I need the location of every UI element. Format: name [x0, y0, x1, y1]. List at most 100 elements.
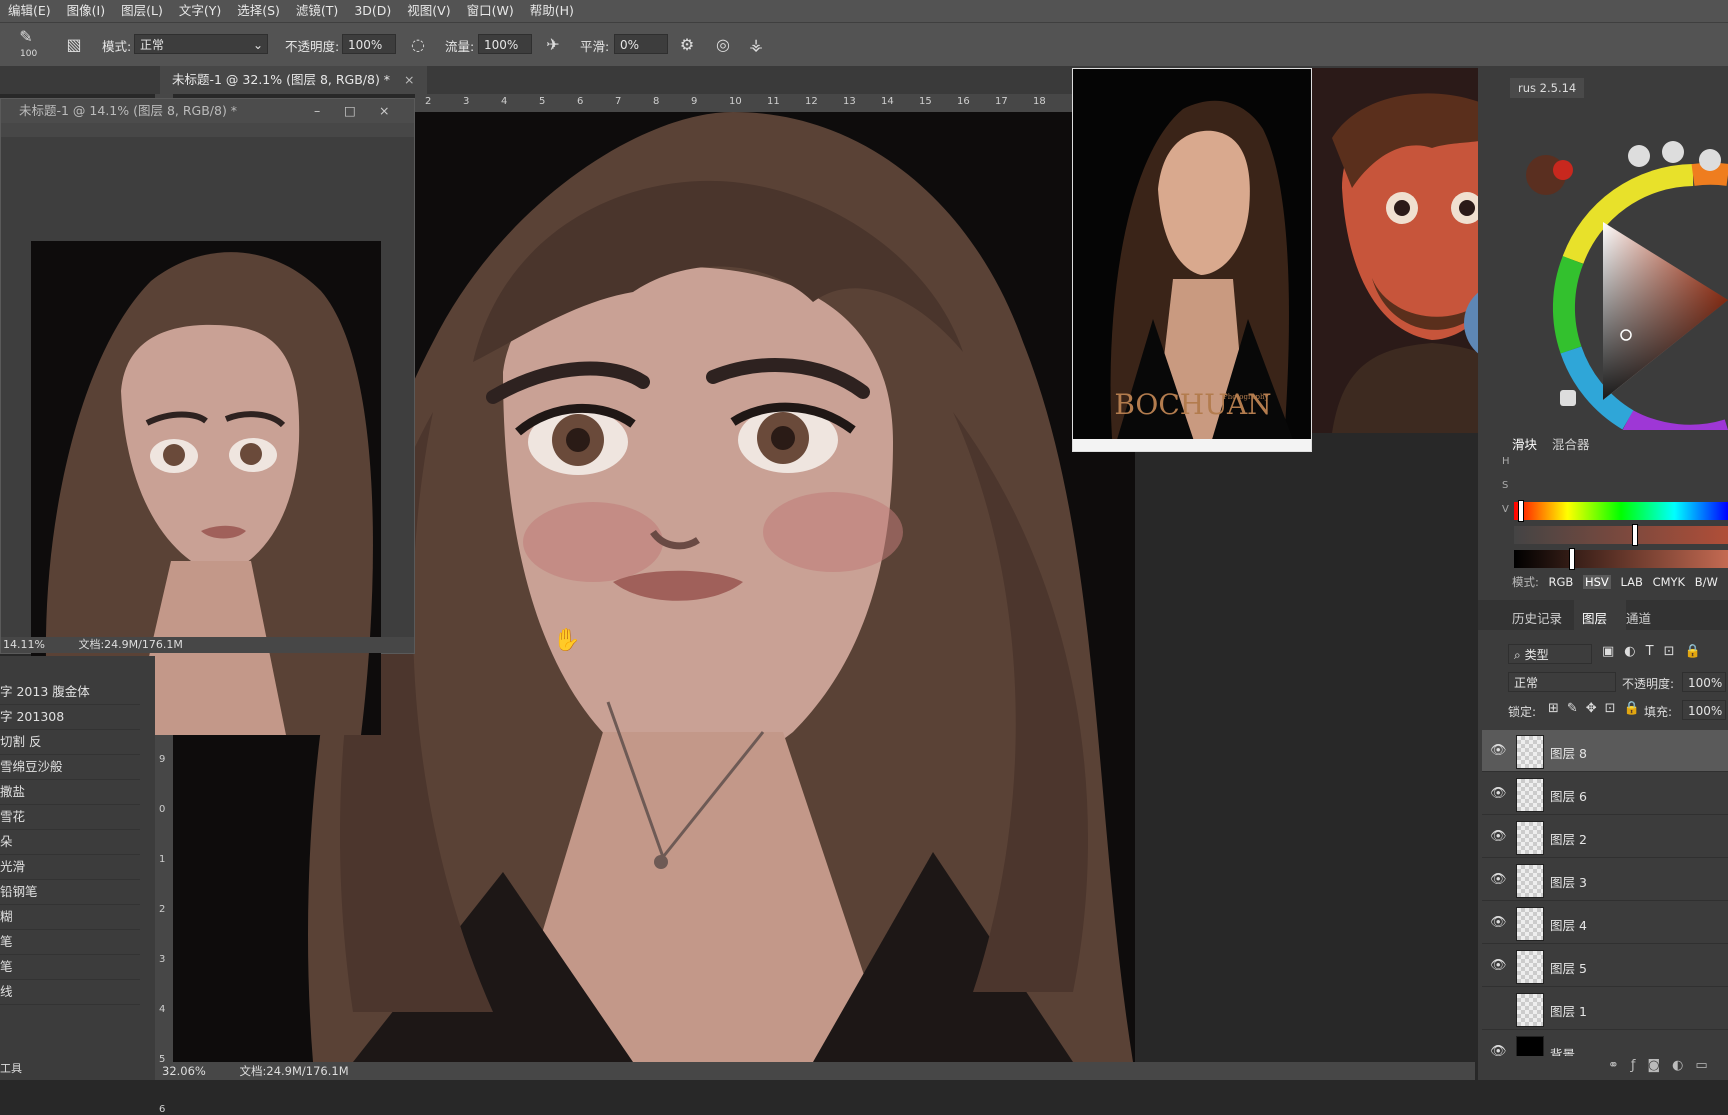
eye-icon[interactable]: 👁: [1490, 915, 1507, 931]
saturation-slider-handle[interactable]: [1632, 524, 1638, 546]
brush-preset-item[interactable]: 朵: [0, 830, 140, 855]
menu-view[interactable]: 视图(V): [399, 0, 458, 22]
hue-slider-handle[interactable]: [1518, 500, 1524, 522]
layer-row[interactable]: 👁 图层 5: [1482, 945, 1728, 987]
secondary-window-titlebar[interactable]: 未标题-1 @ 14.1% (图层 8, RGB/8) * – □ ×: [1, 99, 414, 123]
layer-row[interactable]: 👁 图层 3: [1482, 859, 1728, 901]
layer-thumbnail: [1516, 907, 1544, 941]
layer-name: 图层 1: [1550, 1004, 1587, 1019]
close-icon[interactable]: ×: [379, 99, 389, 123]
eye-icon[interactable]: 👁: [1490, 743, 1507, 759]
layer-filter-select[interactable]: ⌕ 类型: [1508, 644, 1592, 664]
color-wheel[interactable]: [1478, 100, 1728, 430]
menu-window[interactable]: 窗口(W): [459, 0, 522, 22]
brush-preset-item[interactable]: 糊: [0, 905, 140, 930]
ruler-tick-label: 11: [767, 96, 780, 107]
mode-bw[interactable]: B/W: [1695, 575, 1718, 589]
brush-panel-footer-label: 工具: [0, 1062, 22, 1075]
brush-preset-item[interactable]: 笔: [0, 930, 140, 955]
brush-preset-item[interactable]: 光滑: [0, 855, 140, 880]
eye-icon[interactable]: 👁: [1490, 872, 1507, 888]
flow-field[interactable]: 100%: [478, 34, 532, 54]
brush-preset-item[interactable]: 切割 反: [0, 730, 140, 755]
hue-slider[interactable]: [1514, 500, 1728, 522]
mode-select[interactable]: 正常 ⌄: [134, 34, 268, 54]
menu-layer[interactable]: 图层(L): [113, 0, 171, 22]
doc-size-readout: 文档:24.9M/176.1M: [239, 1064, 349, 1078]
tab-history[interactable]: 历史记录: [1512, 608, 1562, 627]
layer-row[interactable]: 👁 图层 8: [1482, 730, 1728, 772]
layer-row[interactable]: 图层 1: [1482, 988, 1728, 1030]
brush-preset-item[interactable]: 雪绵豆沙般: [0, 755, 140, 780]
sat-label: S: [1502, 480, 1509, 491]
airbrush-icon[interactable]: ✈: [543, 35, 563, 55]
brush-preset-item[interactable]: 笔: [0, 955, 140, 980]
horizontal-ruler: 2 3 4 5 6 7 8 9 10 11 12 13 14 15 16 17 18: [415, 94, 1075, 112]
tab-mixer[interactable]: 混合器: [1552, 434, 1590, 453]
layer-opacity-value: 100%: [1688, 676, 1723, 690]
ruler-tick-label: 7: [615, 96, 622, 107]
eye-icon[interactable]: 👁: [1490, 829, 1507, 845]
layer-row[interactable]: 👁 背景: [1482, 1031, 1728, 1056]
lock-icons[interactable]: ⊞✎✥⊡🔒: [1548, 701, 1648, 716]
smoothing-field[interactable]: 0%: [614, 34, 668, 54]
eye-icon[interactable]: 👁: [1490, 958, 1507, 974]
eye-icon[interactable]: 👁: [1490, 786, 1507, 802]
menu-3d[interactable]: 3D(D): [346, 0, 399, 22]
brush-panel-icon[interactable]: ▧: [64, 35, 84, 55]
chevron-down-icon: ⌄: [252, 38, 263, 52]
layer-opacity-field[interactable]: 100%: [1682, 672, 1726, 692]
layer-row[interactable]: 👁 图层 6: [1482, 773, 1728, 815]
symmetry-icon[interactable]: ⚶: [746, 35, 766, 55]
layers-footer-icons[interactable]: ⚭ƒ◙◐▭: [1608, 1058, 1720, 1073]
brush-preset-icon[interactable]: ✎: [16, 27, 36, 47]
menu-edit[interactable]: 编辑(E): [0, 0, 59, 22]
tab-channels[interactable]: 通道: [1626, 608, 1651, 627]
gear-icon[interactable]: ⚙: [677, 35, 697, 55]
document-tab[interactable]: 未标题-1 @ 32.1% (图层 8, RGB/8) * ×: [160, 66, 427, 94]
menu-type[interactable]: 文字(Y): [171, 0, 229, 22]
menu-filter[interactable]: 滤镜(T): [288, 0, 346, 22]
secondary-document-window[interactable]: 未标题-1 @ 14.1% (图层 8, RGB/8) * – □ × 14.1…: [0, 98, 415, 735]
brush-preset-item[interactable]: 铅钢笔: [0, 880, 140, 905]
mode-cmyk[interactable]: CMYK: [1653, 575, 1686, 589]
secondary-doc-size: 文档:24.9M/176.1M: [78, 638, 183, 651]
menu-select[interactable]: 选择(S): [229, 0, 288, 22]
brush-preset-item[interactable]: 字 201308: [0, 705, 140, 730]
maximize-icon[interactable]: □: [344, 99, 356, 123]
tab-layers[interactable]: 图层: [1582, 608, 1607, 627]
value-slider-handle[interactable]: [1569, 548, 1575, 570]
layer-opacity-label: 不透明度:: [1622, 677, 1675, 691]
layer-thumbnail: [1516, 993, 1544, 1027]
pressure-size-icon[interactable]: ◎: [713, 35, 733, 55]
pressure-opacity-icon[interactable]: ◌: [408, 35, 428, 55]
brush-preset-item[interactable]: 字 2013 腹金体: [0, 680, 140, 705]
layer-row[interactable]: 👁 图层 2: [1482, 816, 1728, 858]
svg-text:✋: ✋: [553, 627, 580, 653]
layer-name: 图层 3: [1550, 875, 1587, 890]
layer-blend-select[interactable]: 正常: [1508, 672, 1616, 692]
brush-preset-item[interactable]: 雪花: [0, 805, 140, 830]
mode-hsv[interactable]: HSV: [1582, 575, 1611, 589]
menu-help[interactable]: 帮助(H): [522, 0, 582, 22]
close-icon[interactable]: ×: [404, 72, 414, 87]
layer-name: 图层 5: [1550, 961, 1587, 976]
opacity-field[interactable]: 100%: [342, 34, 396, 54]
mode-lab[interactable]: LAB: [1620, 575, 1642, 589]
tab-sliders[interactable]: 滑块: [1512, 434, 1537, 453]
brush-preset-item[interactable]: 撒盐: [0, 780, 140, 805]
eye-icon[interactable]: 👁: [1490, 1044, 1507, 1056]
coloring-plugin-tab[interactable]: rus 2.5.14: [1510, 78, 1585, 98]
saturation-slider[interactable]: [1514, 524, 1728, 546]
value-slider[interactable]: [1514, 548, 1728, 570]
fill-field[interactable]: 100%: [1682, 700, 1726, 720]
layer-filter-icons[interactable]: ▣◐T⊡🔒: [1602, 644, 1711, 659]
eye-icon[interactable]: [1490, 1001, 1506, 1017]
minimize-icon[interactable]: –: [314, 99, 320, 123]
layer-row[interactable]: 👁 图层 4: [1482, 902, 1728, 944]
menu-image[interactable]: 图像(I): [59, 0, 113, 22]
brush-preset-item[interactable]: 线: [0, 980, 140, 1005]
reference-photo-woman[interactable]: BOCHUAN Photography: [1072, 68, 1312, 452]
layer-name: 图层 4: [1550, 918, 1587, 933]
mode-rgb[interactable]: RGB: [1549, 575, 1574, 589]
